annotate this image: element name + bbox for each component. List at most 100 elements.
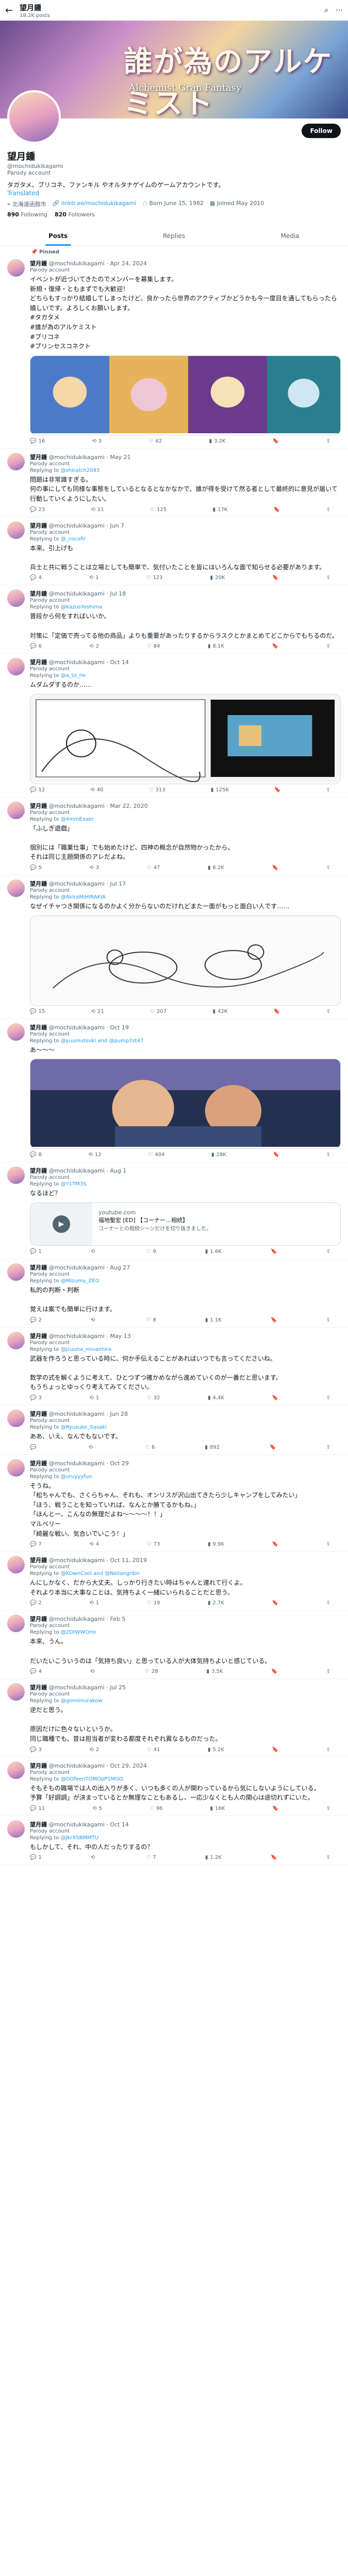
- share-action[interactable]: ⇪: [326, 1747, 330, 1753]
- reply-to-handle[interactable]: @a_to_ne: [61, 673, 86, 679]
- share-action[interactable]: ⇪: [326, 1009, 330, 1014]
- reply-to-handle[interactable]: @AkiraMiHIRAKIA: [61, 894, 106, 900]
- tweet[interactable]: 望月鍾 @mochidukikagami · May 21 Parody acco…: [0, 449, 348, 517]
- retweet-action[interactable]: ⟲ 40: [90, 787, 103, 793]
- tweet-media[interactable]: [30, 1059, 341, 1149]
- views-action[interactable]: ▮ 42K: [213, 1009, 228, 1014]
- views-action[interactable]: ▮ 20K: [210, 575, 225, 581]
- bookmark-action[interactable]: 🔖: [274, 507, 280, 513]
- tweet-author-name[interactable]: 望月鍾: [30, 1821, 47, 1828]
- tweet-avatar[interactable]: [7, 879, 25, 897]
- tweet-avatar[interactable]: [7, 1263, 25, 1281]
- tweet-avatar[interactable]: [7, 1615, 25, 1633]
- like-action[interactable]: ♡ 73: [147, 1541, 160, 1547]
- views-action[interactable]: ▮ 3.5K: [206, 1669, 223, 1674]
- retweet-action[interactable]: ⟲ 2: [89, 643, 99, 649]
- retweet-action[interactable]: ⟲ 2: [89, 1747, 99, 1753]
- tweet-author-handle[interactable]: @mochidukikagami: [49, 1024, 105, 1031]
- tweet[interactable]: 望月鍾 @mochidukikagami · Oct 11, 2019 Parod…: [0, 1552, 348, 1611]
- views-action[interactable]: ▮ 2.7K: [208, 1600, 224, 1606]
- tweet-date[interactable]: Oct 29: [110, 1460, 129, 1467]
- tweet-avatar[interactable]: [7, 1820, 25, 1838]
- retweet-action[interactable]: ⟲ 3: [89, 865, 99, 871]
- tweet-media[interactable]: [30, 915, 341, 1006]
- tweet-avatar[interactable]: [7, 1410, 25, 1427]
- views-action[interactable]: ▮ 28K: [211, 1152, 226, 1158]
- share-action[interactable]: ⇪: [326, 507, 330, 513]
- back-arrow-icon[interactable]: ←: [5, 5, 20, 16]
- tweet[interactable]: 望月鍾 @mochidukikagami · Oct 14 Parody acco…: [0, 1816, 348, 1866]
- tweet-author-name[interactable]: 望月鍾: [30, 1167, 47, 1174]
- reply-action[interactable]: 💬 2: [30, 1317, 42, 1323]
- tweet-date[interactable]: Feb 5: [110, 1616, 125, 1622]
- bookmark-action[interactable]: 🔖: [272, 1806, 278, 1811]
- tweet-author-handle[interactable]: @mochidukikagami: [49, 659, 105, 666]
- tweet-author-handle[interactable]: @mochidukikagami: [49, 803, 105, 809]
- tweet-author-handle[interactable]: @mochidukikagami: [49, 590, 105, 597]
- share-action[interactable]: ⇪: [326, 438, 330, 444]
- tweet-author-handle[interactable]: @mochidukikagami: [49, 1762, 105, 1769]
- share-action[interactable]: ⇪: [326, 787, 330, 793]
- views-action[interactable]: ▮ 9.9K: [208, 1541, 224, 1547]
- tweet-author-name[interactable]: 望月鍾: [30, 880, 47, 887]
- tweet-avatar[interactable]: [7, 658, 25, 676]
- reply-action[interactable]: 💬 7: [30, 1541, 42, 1547]
- tweet[interactable]: 望月鍾 @mochidukikagami · Jun 7 Parody accou…: [0, 517, 348, 586]
- tweet-author-name[interactable]: 望月鍾: [30, 590, 47, 597]
- tweet-author-name[interactable]: 望月鍾: [30, 260, 47, 267]
- reply-to-handle[interactable]: @KazusYoshima: [61, 604, 102, 610]
- tweet-author-handle[interactable]: @mochidukikagami: [49, 1460, 105, 1467]
- tweet[interactable]: 望月鍾 @mochidukikagami · Jul 17 Parody acco…: [0, 875, 348, 1019]
- views-action[interactable]: ▮ 892: [205, 1445, 220, 1450]
- tweet[interactable]: 望月鍾 @mochidukikagami · Aug 27 Parody acco…: [0, 1259, 348, 1328]
- reply-action[interactable]: 💬: [30, 1445, 38, 1450]
- like-action[interactable]: ♡ 96: [150, 1806, 163, 1811]
- tweet-avatar[interactable]: [7, 1761, 25, 1779]
- reply-to-handle[interactable]: @Ryusuke_Sasaki: [61, 1425, 107, 1430]
- reply-to-handle[interactable]: @shiratch2093: [61, 468, 100, 473]
- views-action[interactable]: ▮ 5.2K: [208, 1747, 224, 1753]
- share-action[interactable]: ⇪: [326, 865, 330, 871]
- bookmark-action[interactable]: 🔖: [271, 1249, 277, 1255]
- reply-action[interactable]: 💬 4: [30, 1669, 42, 1674]
- share-action[interactable]: ⇪: [326, 1600, 330, 1606]
- tweet-date[interactable]: Jun 28: [110, 1411, 128, 1417]
- tweet-avatar[interactable]: [7, 801, 25, 819]
- tweet[interactable]: 望月鍾 @mochidukikagami · Oct 29 Parody acco…: [0, 1455, 348, 1552]
- retweet-action[interactable]: ⟲ 3: [92, 438, 102, 444]
- tweet-date[interactable]: Jul 17: [110, 880, 126, 887]
- reply-action[interactable]: 💬 3: [30, 1395, 42, 1401]
- bookmark-action[interactable]: 🔖: [271, 1317, 277, 1323]
- search-icon[interactable]: ⌕: [324, 6, 328, 14]
- reply-to-handle[interactable]: @JkrXSBMMTU: [61, 1835, 99, 1841]
- tweet-date[interactable]: Jul 25: [110, 1684, 126, 1691]
- tweet[interactable]: 望月鍾 @mochidukikagami · Oct 19 Parody acco…: [0, 1019, 348, 1163]
- tweet-author-name[interactable]: 望月鍾: [30, 1024, 47, 1031]
- retweet-action[interactable]: ⟲: [91, 1317, 97, 1323]
- reply-to-handle[interactable]: @_cocofir: [61, 536, 86, 542]
- tweet-author-name[interactable]: 望月鍾: [30, 1333, 47, 1340]
- bookmark-action[interactable]: 🔖: [272, 1395, 278, 1401]
- tweet-date[interactable]: Aug 1: [110, 1167, 126, 1174]
- like-action[interactable]: ♡ 6: [145, 1445, 155, 1450]
- tweet-author-handle[interactable]: @mochidukikagami: [49, 1557, 105, 1564]
- share-action[interactable]: ⇪: [326, 643, 330, 649]
- tweet-author-handle[interactable]: @mochidukikagami: [49, 1411, 105, 1417]
- tweet-author-name[interactable]: 望月鍾: [30, 1460, 47, 1467]
- views-action[interactable]: ▮ 1.6K: [205, 1249, 222, 1255]
- like-action[interactable]: ♡ 404: [148, 1152, 164, 1158]
- bookmark-action[interactable]: 🔖: [272, 575, 278, 581]
- tweet-author-handle[interactable]: @mochidukikagami: [49, 260, 105, 267]
- views-action[interactable]: ▮ 8.1K: [208, 643, 224, 649]
- tweet[interactable]: 望月鍾 @mochidukikagami · Feb 5 Parody accou…: [0, 1611, 348, 1680]
- follow-button[interactable]: Follow: [302, 124, 341, 138]
- bookmark-action[interactable]: 🔖: [273, 438, 279, 444]
- tweet-author-handle[interactable]: @mochidukikagami: [49, 454, 105, 461]
- tweet-avatar[interactable]: [7, 1683, 25, 1701]
- retweet-action[interactable]: ⟲ 21: [91, 1009, 104, 1014]
- tweet-author-name[interactable]: 望月鍾: [30, 1264, 47, 1271]
- like-action[interactable]: ♡ 41: [147, 1747, 160, 1753]
- avatar[interactable]: [7, 90, 61, 144]
- tweet-author-handle[interactable]: @mochidukikagami: [49, 1684, 105, 1691]
- tweet-author-name[interactable]: 望月鍾: [30, 454, 47, 461]
